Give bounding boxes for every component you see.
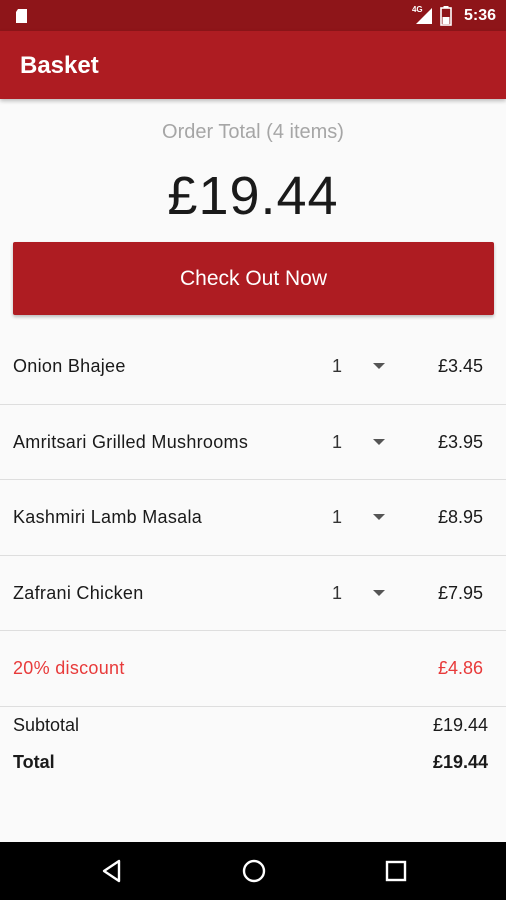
- status-time: 5:36: [463, 6, 496, 24]
- basket-screen: 4G 5:36 Basket Order Total (4 items) £19…: [0, 0, 506, 900]
- discount-label: 20% discount: [13, 658, 125, 678]
- quantity-dropdown[interactable]: 1: [332, 480, 342, 555]
- navigation-bar: [0, 842, 506, 900]
- item-price: £3.95: [437, 431, 483, 452]
- page-title: Basket: [20, 52, 99, 79]
- item-name: Onion Bhajee: [13, 356, 126, 376]
- subtotal-value: £19.44: [432, 715, 488, 735]
- basket-item-list: Onion Bhajee 1 £3.45 Amritsari Grilled M…: [0, 329, 506, 707]
- status-bar: 4G 5:36: [0, 0, 506, 31]
- discount-row: 20% discount £4.86: [0, 631, 506, 707]
- total-row: Total £19.44: [0, 742, 506, 779]
- item-name: Kashmiri Lamb Masala: [13, 507, 203, 527]
- app-bar: Basket: [0, 31, 506, 99]
- basket-item: Amritsari Grilled Mushrooms 1 £3.95: [0, 405, 506, 480]
- quantity-dropdown[interactable]: 1: [332, 405, 342, 480]
- basket-item: Zafrani Chicken 1 £7.95: [0, 556, 506, 631]
- check-out-label: Check Out Now: [179, 266, 328, 290]
- recents-icon[interactable]: [381, 856, 411, 886]
- item-price: £8.95: [437, 507, 483, 527]
- total-label: Total: [13, 752, 55, 772]
- item-name: Zafrani Chicken: [13, 582, 144, 603]
- totals-section: Subtotal £19.44 Total £19.44: [0, 705, 506, 779]
- quantity-dropdown[interactable]: 1: [332, 329, 342, 404]
- dropdown-arrow-icon[interactable]: [373, 589, 385, 596]
- item-price: £3.45: [437, 356, 483, 376]
- subtotal-row: Subtotal £19.44: [0, 705, 506, 742]
- home-icon[interactable]: [239, 856, 269, 886]
- item-price: £7.95: [437, 582, 483, 603]
- back-icon[interactable]: [97, 856, 127, 886]
- sd-card-icon: [16, 9, 27, 23]
- discount-amount: £4.86: [437, 658, 483, 678]
- dropdown-arrow-icon[interactable]: [373, 363, 385, 369]
- order-total-amount: £19.44: [167, 166, 339, 226]
- battery-icon: [440, 5, 452, 26]
- status-icons: 4G 5:36: [412, 0, 496, 31]
- total-value: £19.44: [432, 752, 488, 772]
- check-out-button[interactable]: Check Out Now: [13, 242, 494, 315]
- dropdown-arrow-icon[interactable]: [373, 514, 385, 520]
- basket-item: Kashmiri Lamb Masala 1 £8.95: [0, 480, 506, 556]
- network-indicator: 4G: [412, 5, 434, 25]
- item-name: Amritsari Grilled Mushrooms: [13, 431, 249, 452]
- basket-item: Onion Bhajee 1 £3.45: [0, 329, 506, 405]
- quantity-dropdown[interactable]: 1: [332, 556, 342, 631]
- subtotal-label: Subtotal: [13, 715, 80, 735]
- signal-icon: [415, 7, 432, 24]
- dropdown-arrow-icon[interactable]: [373, 438, 385, 445]
- order-total-label: Order Total (4 items): [162, 121, 344, 143]
